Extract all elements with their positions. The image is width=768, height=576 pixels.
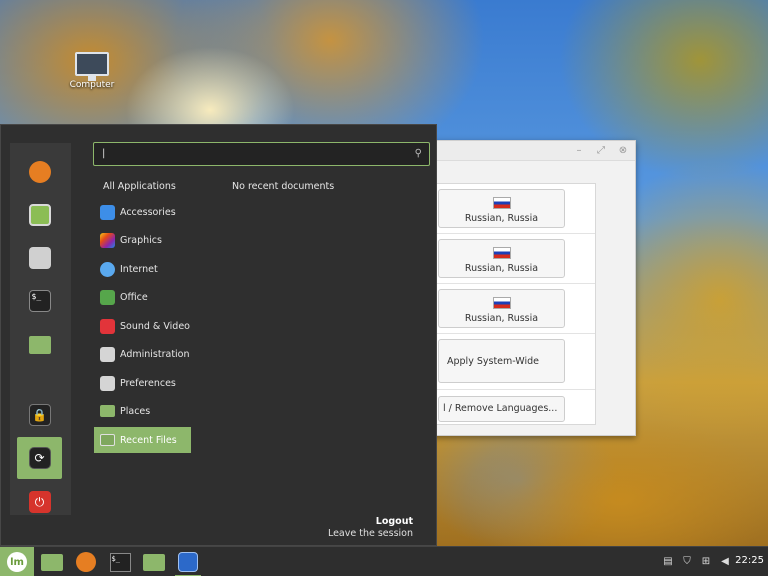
category-label: Accessories <box>120 206 176 218</box>
minimize-icon[interactable]: – <box>573 145 585 157</box>
category-preferences[interactable]: Preferences <box>94 370 191 396</box>
install-remove-languages-button[interactable]: l / Remove Languages... <box>438 396 565 422</box>
category-recent-files[interactable]: Recent Files <box>94 427 191 453</box>
language-list: Russian, Russia Russian, Russia Russian,… <box>431 183 596 425</box>
accessories-icon <box>100 204 115 220</box>
favorite-firefox[interactable] <box>17 151 62 193</box>
sound-video-icon <box>100 318 115 334</box>
computer-desktop-icon[interactable]: Computer <box>66 52 118 90</box>
office-icon <box>100 289 115 305</box>
volume-icon[interactable]: ◀ <box>719 555 731 568</box>
software-manager-icon <box>28 204 51 226</box>
terminal-icon: $_ <box>28 290 51 312</box>
category-administration[interactable]: Administration <box>94 341 191 367</box>
firefox-icon <box>28 161 51 183</box>
category-internet[interactable]: Internet <box>94 256 191 282</box>
terminal-icon: $_ <box>109 552 131 572</box>
recent-folder-icon <box>100 434 115 446</box>
search-text: | <box>102 148 106 159</box>
logout-icon: ⟳ <box>28 447 51 469</box>
shield-icon[interactable]: ⛉ <box>681 555 693 568</box>
category-label: Places <box>120 405 151 417</box>
menu-button[interactable]: lm <box>0 547 34 576</box>
category-sound-video[interactable]: Sound & Video <box>94 313 191 339</box>
category-label: Administration <box>120 348 190 360</box>
taskbar-show-desktop[interactable] <box>36 547 68 576</box>
clipboard-icon[interactable]: ▤ <box>662 555 674 568</box>
computer-label: Computer <box>69 80 115 90</box>
maximize-icon[interactable]: ⤢ <box>595 145 607 157</box>
monitor-icon <box>75 52 109 81</box>
region-label: Russian, Russia <box>464 263 539 274</box>
russia-flag-icon <box>492 247 511 259</box>
category-label: Graphics <box>120 234 162 246</box>
category-accessories[interactable]: Accessories <box>94 199 191 225</box>
category-places[interactable]: Places <box>94 398 191 424</box>
category-office[interactable]: Office <box>94 284 191 310</box>
folder-icon <box>100 405 115 417</box>
category-graphics[interactable]: Graphics <box>94 227 191 253</box>
search-icon[interactable]: ⚲ <box>415 148 422 159</box>
window-titlebar: – ⤢ ⊗ <box>421 141 635 161</box>
logout-title: Logout <box>375 516 413 527</box>
apply-system-wide-button[interactable]: Apply System-Wide <box>438 339 565 383</box>
lock-screen-button[interactable]: 🔒 <box>17 394 62 436</box>
clock[interactable]: 22:25 <box>735 555 764 566</box>
category-label: Preferences <box>120 377 176 389</box>
time-format-row: Russian, Russia <box>432 284 595 334</box>
language-label: Russian, Russia <box>464 213 539 224</box>
administration-icon <box>100 346 115 362</box>
taskbar-files[interactable] <box>138 547 170 576</box>
category-label: Sound & Video <box>120 320 190 332</box>
favorites-sidebar: $_ 🔒 ⟳ ⏻ <box>10 143 71 515</box>
favorite-terminal[interactable]: $_ <box>17 280 62 322</box>
category-label: Recent Files <box>120 434 177 446</box>
time-format-label: Russian, Russia <box>464 313 539 324</box>
all-applications-header[interactable]: All Applications <box>103 181 176 192</box>
files-icon <box>28 336 51 354</box>
close-icon[interactable]: ⊗ <box>617 145 629 157</box>
taskbar-firefox[interactable] <box>70 547 102 576</box>
install-row: l / Remove Languages... <box>432 390 595 440</box>
power-button[interactable]: ⏻ <box>17 481 62 523</box>
network-icon[interactable]: ⊞ <box>700 555 712 568</box>
russia-flag-icon <box>492 197 511 209</box>
favorite-software-manager[interactable] <box>17 194 62 236</box>
time-format-button[interactable]: Russian, Russia <box>438 289 565 328</box>
favorite-files[interactable] <box>17 324 62 366</box>
language-button[interactable]: Russian, Russia <box>438 189 565 228</box>
taskbar-terminal[interactable]: $_ <box>104 547 136 576</box>
no-recent-documents-text: No recent documents <box>232 181 335 192</box>
apply-row: Apply System-Wide <box>432 334 595 390</box>
category-label: Internet <box>120 263 158 275</box>
firefox-icon <box>76 552 96 572</box>
region-button[interactable]: Russian, Russia <box>438 239 565 278</box>
search-input[interactable]: | ⚲ <box>93 142 430 166</box>
taskbar-language-settings[interactable] <box>172 547 204 576</box>
system-settings-icon <box>28 247 51 269</box>
application-menu: $_ 🔒 ⟳ ⏻ | ⚲ All Applications No recent … <box>0 124 437 546</box>
logout-button[interactable]: ⟳ <box>17 437 62 479</box>
language-globe-icon <box>178 552 198 572</box>
graphics-icon <box>100 232 115 248</box>
region-row: Russian, Russia <box>432 234 595 284</box>
power-icon: ⏻ <box>28 491 51 513</box>
show-desktop-icon <box>41 553 63 571</box>
preferences-icon <box>100 375 115 391</box>
files-icon <box>143 553 165 571</box>
lock-icon: 🔒 <box>28 404 51 426</box>
linux-mint-logo-icon: lm <box>7 552 27 572</box>
language-row: Russian, Russia <box>432 184 595 234</box>
favorite-system-settings[interactable] <box>17 237 62 279</box>
category-label: Office <box>120 291 148 303</box>
russia-flag-icon <box>492 297 511 309</box>
logout-description: Leave the session <box>327 528 413 539</box>
internet-icon <box>100 261 115 277</box>
taskbar: lm $_ ▤ ⛉ ⊞ ◀ 22:25 <box>0 546 768 576</box>
language-settings-window: – ⤢ ⊗ Russian, Russia Russian, Russia Ru… <box>420 140 636 436</box>
